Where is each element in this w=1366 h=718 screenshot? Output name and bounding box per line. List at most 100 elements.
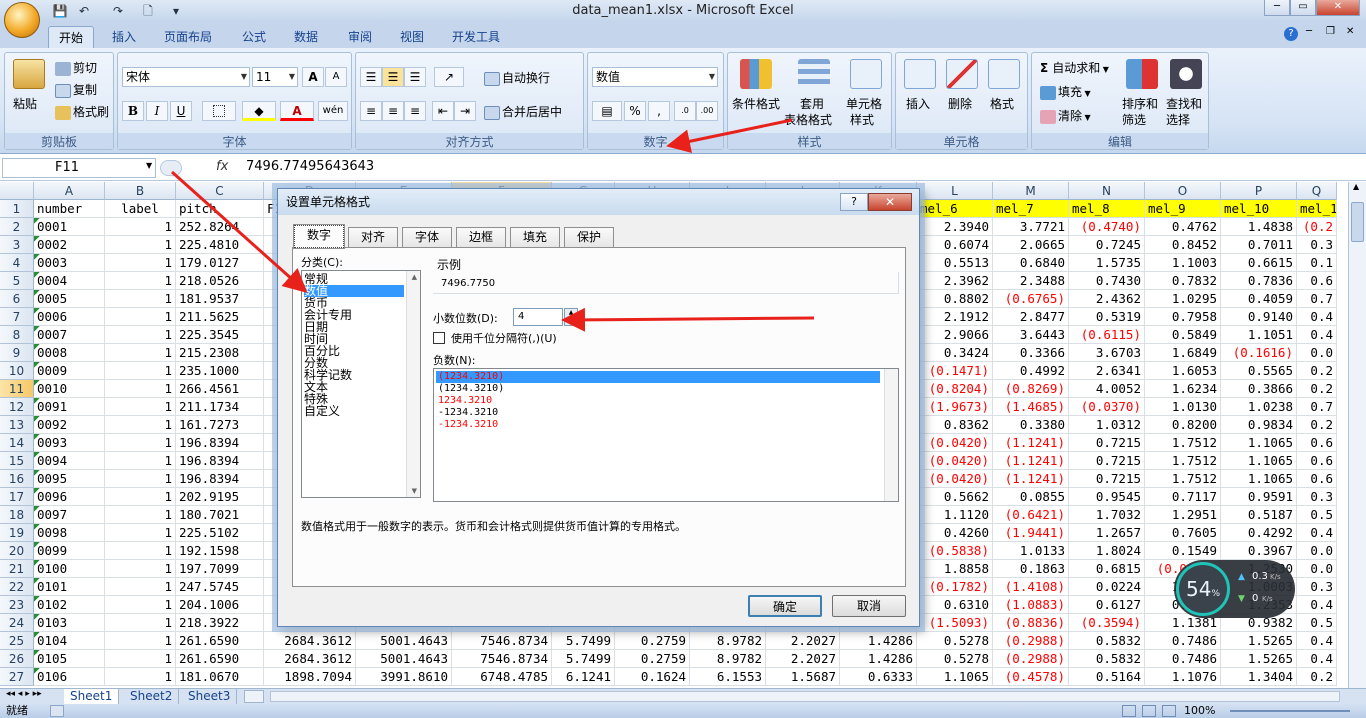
- table-cell[interactable]: 0.3967: [1221, 542, 1297, 560]
- table-cell[interactable]: 5001.4643: [356, 632, 452, 650]
- table-cell[interactable]: 2.0665: [993, 236, 1069, 254]
- table-cell[interactable]: 1: [105, 308, 176, 326]
- table-cell[interactable]: 215.2308: [176, 344, 264, 362]
- table-cell[interactable]: 0.3380: [993, 416, 1069, 434]
- row-header[interactable]: 17: [0, 488, 34, 506]
- number-format-combo[interactable]: 数值 ▼: [592, 67, 718, 87]
- dialog-tab-alignment[interactable]: 对齐: [348, 227, 399, 247]
- table-cell[interactable]: 0.9834: [1221, 416, 1297, 434]
- table-cell[interactable]: 0.5565: [1221, 362, 1297, 380]
- table-cell[interactable]: 218.0526: [176, 272, 264, 290]
- table-cell[interactable]: 0.4: [1297, 632, 1337, 650]
- table-cell[interactable]: 8.9782: [690, 632, 766, 650]
- table-cell[interactable]: 0.7215: [1069, 434, 1145, 452]
- table-cell[interactable]: 1.0295: [1145, 290, 1221, 308]
- row-header[interactable]: 26: [0, 650, 34, 668]
- table-cell[interactable]: 0.2759: [615, 632, 690, 650]
- table-cell[interactable]: 1.7512: [1145, 434, 1221, 452]
- table-cell[interactable]: 0.7117: [1145, 488, 1221, 506]
- table-cell[interactable]: (0.1782): [917, 578, 993, 596]
- find-select-button[interactable]: 查找和: [1166, 95, 1202, 112]
- table-cell[interactable]: (1.0883): [993, 596, 1069, 614]
- table-cell[interactable]: 0.7430: [1069, 272, 1145, 290]
- table-cell[interactable]: 0005: [34, 290, 105, 308]
- table-cell[interactable]: 0009: [34, 362, 105, 380]
- table-cell[interactable]: 225.5102: [176, 524, 264, 542]
- table-cell[interactable]: 0.5319: [1069, 308, 1145, 326]
- table-cell[interactable]: 1: [105, 596, 176, 614]
- table-cell[interactable]: 261.6590: [176, 632, 264, 650]
- table-cell[interactable]: 0.3: [1297, 578, 1337, 596]
- negative-format-option[interactable]: -1234.3210: [436, 419, 880, 431]
- borders-button[interactable]: [202, 101, 236, 121]
- tab-view[interactable]: 视图: [390, 26, 434, 48]
- align-right-button[interactable]: ≡: [404, 101, 426, 121]
- table-cell[interactable]: (0.1471): [917, 362, 993, 380]
- table-cell[interactable]: 1: [105, 362, 176, 380]
- table-cell[interactable]: 1: [105, 650, 176, 668]
- header-cell[interactable]: mel_9: [1145, 200, 1221, 218]
- table-cell[interactable]: (0.8204): [917, 380, 993, 398]
- formula-input[interactable]: 7496.77495643643: [246, 159, 374, 174]
- table-cell[interactable]: (0.0370): [1069, 398, 1145, 416]
- percent-button[interactable]: %: [624, 101, 646, 121]
- table-cell[interactable]: 0.5278: [917, 650, 993, 668]
- table-cell[interactable]: 0.7245: [1069, 236, 1145, 254]
- table-cell[interactable]: 225.3545: [176, 326, 264, 344]
- sort-filter-button-line2[interactable]: 筛选: [1122, 111, 1146, 128]
- table-cell[interactable]: 1.0133: [993, 542, 1069, 560]
- table-cell[interactable]: 0004: [34, 272, 105, 290]
- category-list-scrollbar[interactable]: [406, 271, 420, 497]
- table-cell[interactable]: 6.1553: [690, 668, 766, 686]
- sheet-tab-1[interactable]: Sheet1: [64, 689, 120, 705]
- table-cell[interactable]: 0.1: [1297, 254, 1337, 272]
- row-header[interactable]: 8: [0, 326, 34, 344]
- align-bottom-button[interactable]: ☰: [404, 67, 426, 87]
- table-cell[interactable]: 1.5265: [1221, 632, 1297, 650]
- table-cell[interactable]: 1.0312: [1069, 416, 1145, 434]
- table-cell[interactable]: 1.3404: [1221, 668, 1297, 686]
- sheet-tab-3[interactable]: Sheet3: [182, 689, 238, 705]
- table-cell[interactable]: 0.5187: [1221, 506, 1297, 524]
- table-cell[interactable]: (0.4740): [1069, 218, 1145, 236]
- column-header-l[interactable]: L: [917, 182, 993, 200]
- dialog-tab-border[interactable]: 边框: [456, 227, 507, 247]
- sort-filter-button[interactable]: 排序和: [1122, 95, 1158, 112]
- wrap-text-button[interactable]: 自动换行: [484, 69, 550, 86]
- table-cell[interactable]: 1.5265: [1221, 650, 1297, 668]
- table-cell[interactable]: 218.3922: [176, 614, 264, 632]
- table-cell[interactable]: 196.8394: [176, 452, 264, 470]
- scroll-up-icon[interactable]: ▲: [1353, 182, 1359, 191]
- table-cell[interactable]: 2684.3612: [264, 650, 356, 668]
- row-header[interactable]: 16: [0, 470, 34, 488]
- delete-cells-button[interactable]: 删除: [948, 95, 972, 112]
- decimal-places-spinner[interactable]: ▲ ▼: [564, 308, 578, 326]
- column-header-b[interactable]: B: [105, 182, 176, 200]
- table-cell[interactable]: 3.6703: [1069, 344, 1145, 362]
- category-scroll-down-icon[interactable]: ▼: [412, 487, 417, 495]
- row-header[interactable]: 21: [0, 560, 34, 578]
- row-header[interactable]: 7: [0, 308, 34, 326]
- table-cell[interactable]: 0100: [34, 560, 105, 578]
- ribbon-minimize-icon[interactable]: ─: [1306, 26, 1312, 37]
- negative-list-scrollbar[interactable]: [884, 369, 898, 501]
- header-cell[interactable]: number: [34, 200, 105, 218]
- decrease-indent-button[interactable]: ⇤: [432, 101, 454, 121]
- row-header[interactable]: 24: [0, 614, 34, 632]
- table-cell[interactable]: 0.5: [1297, 506, 1337, 524]
- table-cell[interactable]: 247.5745: [176, 578, 264, 596]
- table-cell[interactable]: 266.4561: [176, 380, 264, 398]
- table-cell[interactable]: 0.8200: [1145, 416, 1221, 434]
- table-cell[interactable]: 1: [105, 416, 176, 434]
- table-cell[interactable]: 1.6849: [1145, 344, 1221, 362]
- tab-formulas[interactable]: 公式: [232, 26, 276, 48]
- help-icon[interactable]: ?: [1284, 27, 1298, 41]
- shrink-font-button[interactable]: A: [325, 67, 347, 87]
- table-cell[interactable]: 0.3: [1297, 236, 1337, 254]
- table-cell[interactable]: 0104: [34, 632, 105, 650]
- row-header[interactable]: 5: [0, 272, 34, 290]
- table-cell[interactable]: 0.5513: [917, 254, 993, 272]
- table-cell[interactable]: 0091: [34, 398, 105, 416]
- table-cell[interactable]: 6748.4785: [452, 668, 552, 686]
- negative-format-option[interactable]: -1234.3210: [436, 407, 880, 419]
